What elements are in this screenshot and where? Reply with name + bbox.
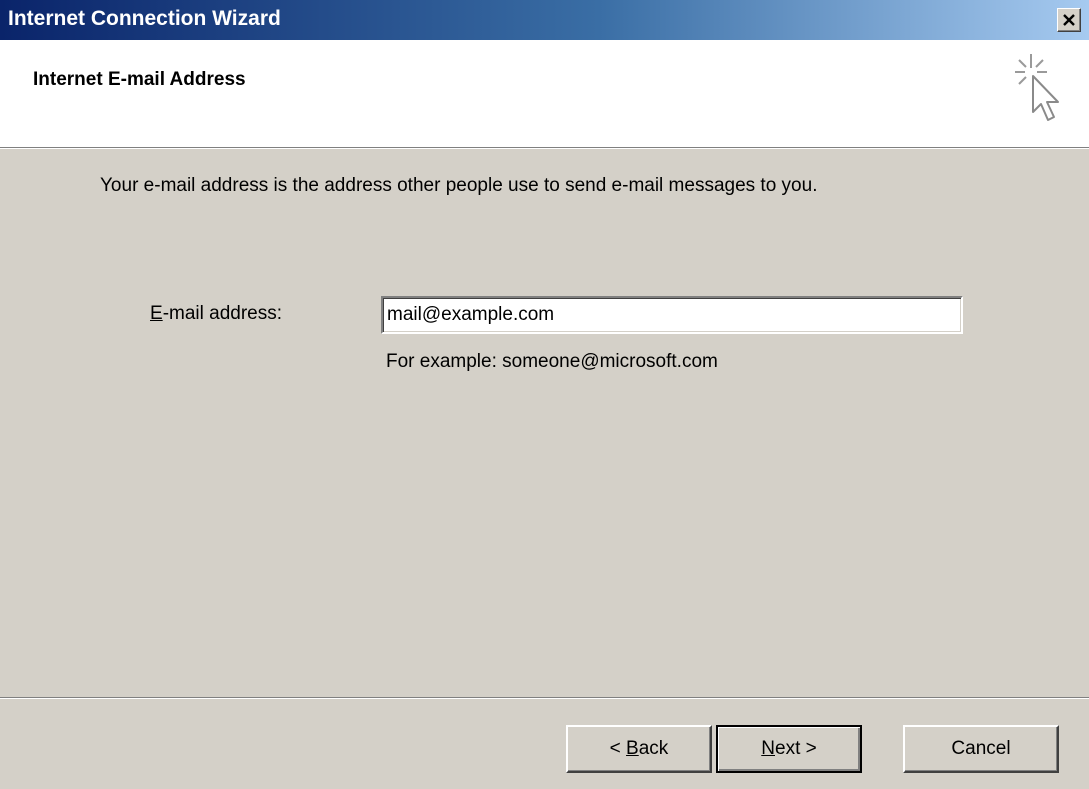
email-label-accelerator: E [150, 303, 163, 324]
wizard-header: Internet E-mail Address [0, 40, 1089, 148]
title-bar[interactable]: Internet Connection Wizard [0, 0, 1089, 40]
back-button[interactable]: < Back [566, 725, 712, 773]
wizard-window: Internet Connection Wizard Internet E-ma… [0, 0, 1089, 789]
page-title: Internet E-mail Address [33, 69, 246, 90]
header-divider [0, 148, 1089, 149]
email-address-input[interactable] [381, 296, 963, 334]
close-icon [1063, 14, 1075, 26]
email-label-text: -mail address: [162, 303, 283, 324]
close-button[interactable] [1057, 8, 1081, 32]
footer-divider-highlight [0, 698, 1089, 699]
window-title: Internet Connection Wizard [8, 7, 281, 30]
email-address-label: E-mail address: [150, 303, 282, 325]
back-button-label: < Back [609, 738, 669, 759]
next-button-label: Next > [761, 738, 817, 759]
example-hint: For example: someone@microsoft.com [386, 351, 718, 372]
next-button[interactable]: Next > [716, 725, 862, 773]
wizard-sparkle-cursor-icon [1015, 54, 1059, 121]
description-text: Your e-mail address is the address other… [100, 175, 818, 196]
cancel-button-label: Cancel [951, 738, 1011, 759]
cancel-button[interactable]: Cancel [903, 725, 1059, 773]
